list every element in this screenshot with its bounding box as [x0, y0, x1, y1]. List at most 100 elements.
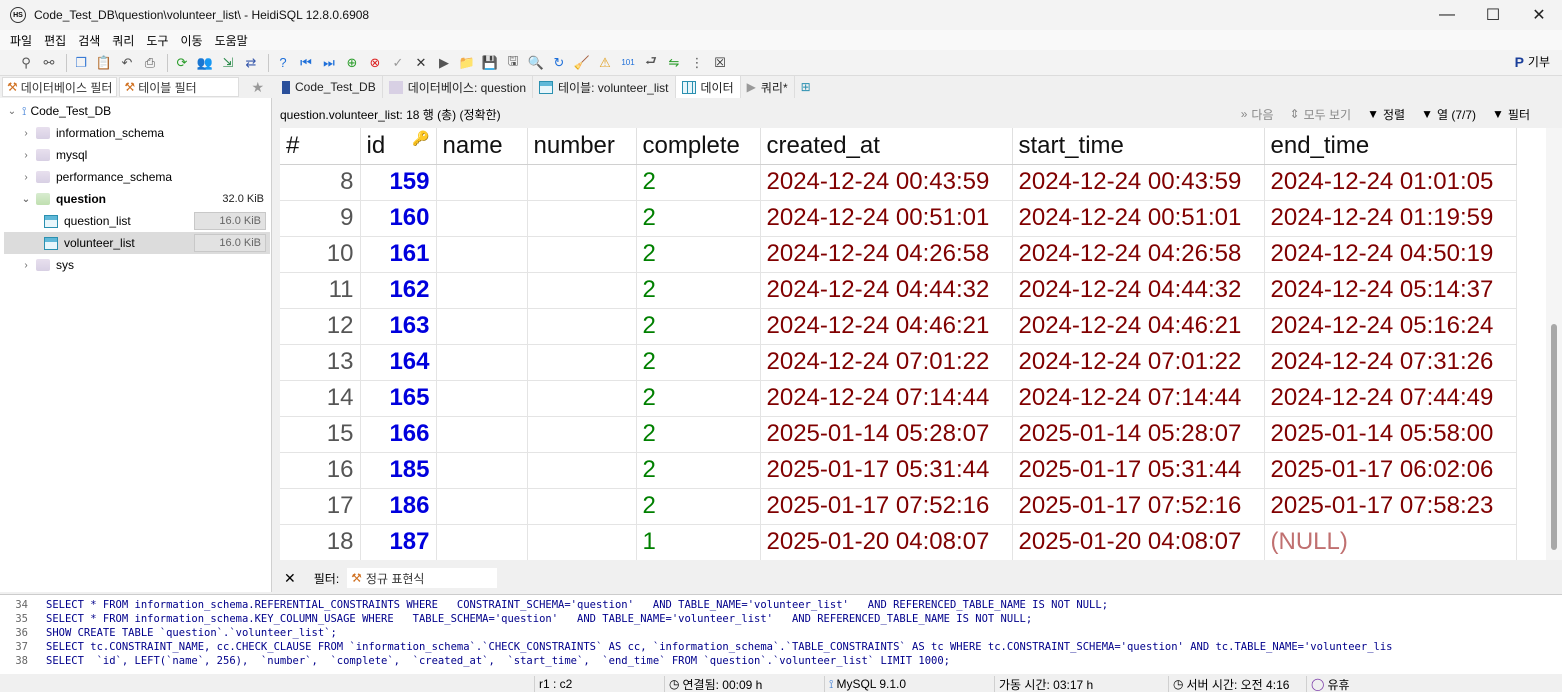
- cell-created-at[interactable]: 2024-12-24 04:26:58: [760, 236, 1013, 273]
- donate-button[interactable]: P 기부: [1515, 53, 1550, 70]
- cell-rownum[interactable]: 13: [280, 344, 361, 381]
- menu-goto[interactable]: 이동: [174, 32, 208, 49]
- cell-rownum[interactable]: 11: [280, 272, 361, 309]
- cell-start-time[interactable]: 2024-12-24 07:14:44: [1012, 380, 1265, 417]
- chevron-right-icon[interactable]: ›: [20, 150, 32, 161]
- maximize-button[interactable]: ☐: [1470, 0, 1516, 30]
- show-all-button[interactable]: ⇕ 모두 보기: [1290, 106, 1352, 123]
- cell-rownum[interactable]: 15: [280, 416, 361, 453]
- refresh-icon[interactable]: ⟳: [172, 53, 192, 73]
- cell-start-time[interactable]: 2025-01-17 05:31:44: [1012, 452, 1265, 489]
- column-header-id[interactable]: id 🔑: [360, 128, 437, 165]
- filter-button[interactable]: ▼ 필터: [1492, 106, 1530, 123]
- cell-complete[interactable]: 2: [636, 308, 761, 345]
- cell-complete[interactable]: 1: [636, 524, 761, 560]
- tree-item-volunteer-list[interactable]: volunteer_list 16.0 KiB: [4, 232, 270, 254]
- tree-item-question-list[interactable]: question_list 16.0 KiB: [40, 210, 270, 232]
- cell-number[interactable]: [527, 344, 637, 381]
- cell-rownum[interactable]: 14: [280, 380, 361, 417]
- query-log[interactable]: 34 SELECT * FROM information_schema.REFER…: [0, 594, 1562, 674]
- cell-id[interactable]: 160: [360, 200, 437, 237]
- cell-id[interactable]: 163: [360, 308, 437, 345]
- cell-rownum[interactable]: 9: [280, 200, 361, 237]
- cell-complete[interactable]: 2: [636, 164, 761, 201]
- cell-complete[interactable]: 2: [636, 236, 761, 273]
- cell-created-at[interactable]: 2025-01-17 05:31:44: [760, 452, 1013, 489]
- cell-start-time[interactable]: 2025-01-20 04:08:07: [1012, 524, 1265, 560]
- cell-name[interactable]: [436, 416, 528, 453]
- table-row[interactable]: 17 186 2 2025-01-17 07:52:16 2025-01-17 07:5…: [280, 488, 1517, 525]
- cell-created-at[interactable]: 2024-12-24 04:44:32: [760, 272, 1013, 309]
- cancel-icon[interactable]: ✕: [411, 53, 431, 73]
- run-query-icon[interactable]: ▶: [434, 53, 454, 73]
- cell-complete[interactable]: 2: [636, 452, 761, 489]
- more-icon[interactable]: ⋮: [687, 53, 707, 73]
- favorite-star-icon[interactable]: ★: [251, 79, 264, 96]
- chevron-right-icon[interactable]: ›: [20, 128, 32, 139]
- binary-icon[interactable]: 101: [618, 53, 638, 73]
- cell-rownum[interactable]: 10: [280, 236, 361, 273]
- cell-id[interactable]: 165: [360, 380, 437, 417]
- cell-number[interactable]: [527, 164, 637, 201]
- delete-row-icon[interactable]: ⊗: [365, 53, 385, 73]
- next-button[interactable]: » 다음: [1241, 106, 1274, 123]
- cell-name[interactable]: [436, 344, 528, 381]
- menu-search[interactable]: 검색: [72, 32, 106, 49]
- tab-database[interactable]: 데이터베이스: question: [383, 76, 533, 98]
- cell-id[interactable]: 164: [360, 344, 437, 381]
- menu-query[interactable]: 쿼리: [106, 32, 140, 49]
- regex-filter-input[interactable]: ⚒ 정규 표현식: [347, 568, 498, 588]
- chevron-right-icon[interactable]: ›: [20, 172, 32, 183]
- chevron-right-icon[interactable]: ›: [20, 260, 32, 271]
- column-header-number[interactable]: number: [527, 128, 637, 165]
- cell-number[interactable]: [527, 200, 637, 237]
- cell-name[interactable]: [436, 488, 528, 525]
- menu-tools[interactable]: 도구: [140, 32, 174, 49]
- cell-created-at[interactable]: 2025-01-17 07:52:16: [760, 488, 1013, 525]
- tree-item-question[interactable]: ⌄ question 32.0 KiB: [20, 188, 270, 210]
- cell-start-time[interactable]: 2024-12-24 04:44:32: [1012, 272, 1265, 309]
- tree-item-mysql[interactable]: › mysql: [20, 144, 290, 166]
- cell-rownum[interactable]: 12: [280, 308, 361, 345]
- menu-edit[interactable]: 편집: [38, 32, 72, 49]
- replace-icon[interactable]: ↻: [549, 53, 569, 73]
- cell-start-time[interactable]: 2024-12-24 07:01:22: [1012, 344, 1265, 381]
- cell-number[interactable]: [527, 452, 637, 489]
- cell-start-time[interactable]: 2025-01-14 05:28:07: [1012, 416, 1265, 453]
- cell-name[interactable]: [436, 164, 528, 201]
- cell-complete[interactable]: 2: [636, 488, 761, 525]
- column-header-rownum[interactable]: #: [280, 128, 361, 165]
- copy-icon[interactable]: ❐: [71, 53, 91, 73]
- tab-data[interactable]: 데이터: [675, 76, 741, 98]
- cell-created-at[interactable]: 2024-12-24 04:46:21: [760, 308, 1013, 345]
- find-icon[interactable]: 🔍: [526, 53, 546, 73]
- table-filter[interactable]: ⚒ 테이블 필터: [119, 77, 240, 97]
- cell-name[interactable]: [436, 524, 528, 560]
- cell-number[interactable]: [527, 524, 637, 560]
- menu-help[interactable]: 도움말: [209, 32, 254, 49]
- cell-rownum[interactable]: 16: [280, 452, 361, 489]
- sync-icon[interactable]: ⇋: [664, 53, 684, 73]
- column-header-complete[interactable]: complete: [636, 128, 761, 165]
- cell-name[interactable]: [436, 236, 528, 273]
- cell-created-at[interactable]: 2024-12-24 07:14:44: [760, 380, 1013, 417]
- transfer-icon[interactable]: ⇄: [241, 53, 261, 73]
- tab-query[interactable]: ▶ 쿼리*: [741, 76, 795, 98]
- cell-complete[interactable]: 2: [636, 272, 761, 309]
- user-manager-icon[interactable]: 👥: [195, 53, 215, 73]
- scrollbar-thumb[interactable]: [1551, 324, 1557, 550]
- sort-button[interactable]: ▼ 정렬: [1367, 106, 1405, 123]
- cell-created-at[interactable]: 2025-01-20 04:08:07: [760, 524, 1013, 560]
- last-record-icon[interactable]: ⏭: [319, 53, 339, 73]
- column-header-created-at[interactable]: created_at: [760, 128, 1013, 165]
- cell-rownum[interactable]: 18: [280, 524, 361, 560]
- save-icon[interactable]: 💾: [480, 53, 500, 73]
- cell-name[interactable]: [436, 272, 528, 309]
- table-row[interactable]: 16 185 2 2025-01-17 05:31:44 2025-01-17 05:3…: [280, 452, 1517, 489]
- cell-id[interactable]: 185: [360, 452, 437, 489]
- undo-icon[interactable]: ↶: [117, 53, 137, 73]
- database-filter[interactable]: ⚒ 데이터베이스 필터: [2, 77, 118, 97]
- export-icon[interactable]: ⇲: [218, 53, 238, 73]
- cell-name[interactable]: [436, 380, 528, 417]
- table-row[interactable]: 12 163 2 2024-12-24 04:46:21 2024-12-24 04:4…: [280, 308, 1517, 345]
